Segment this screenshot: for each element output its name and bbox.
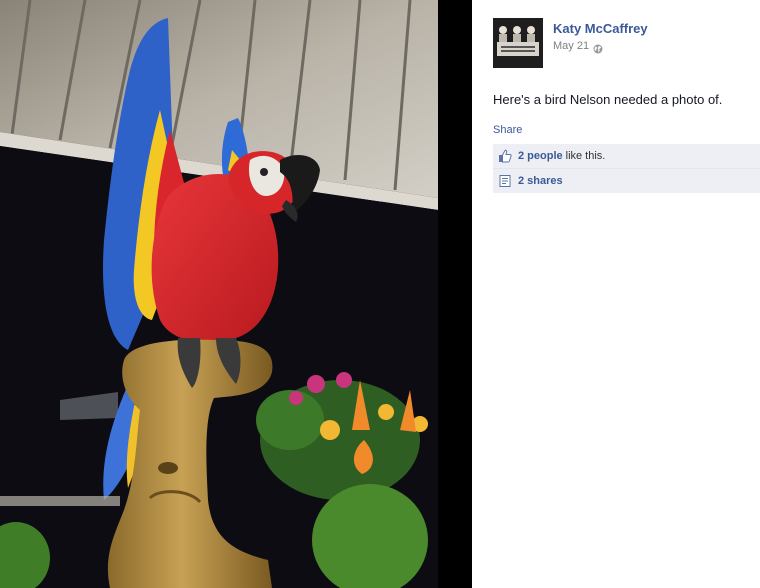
post-date[interactable]: May 21 xyxy=(553,39,589,53)
share-link[interactable]: Share xyxy=(493,123,522,137)
globe-icon[interactable] xyxy=(593,41,603,54)
post-date-row: May 21 xyxy=(553,39,648,54)
photo-viewer[interactable] xyxy=(0,0,472,588)
post-side-panel: Katy McCaffrey May 21 Here's a bird Nels… xyxy=(472,0,760,588)
likers-link[interactable]: 2 people xyxy=(518,150,563,162)
parrot-statue-photo xyxy=(0,0,472,588)
avatar[interactable] xyxy=(493,18,543,68)
likes-row: 2 people like this. xyxy=(493,144,760,168)
post-header: Katy McCaffrey May 21 xyxy=(493,18,760,68)
likes-suffix: like this. xyxy=(565,150,606,162)
feedback-box: 2 people like this. 2 shares xyxy=(493,144,760,193)
author-meta: Katy McCaffrey May 21 xyxy=(553,18,648,54)
shares-link[interactable]: 2 shares xyxy=(518,175,563,187)
author-name-link[interactable]: Katy McCaffrey xyxy=(553,21,648,37)
thumbs-up-icon xyxy=(498,149,512,163)
shares-row: 2 shares xyxy=(493,168,760,193)
share-icon xyxy=(498,174,512,188)
avatar-photo xyxy=(493,18,543,68)
post-caption: Here's a bird Nelson needed a photo of. xyxy=(493,92,723,107)
